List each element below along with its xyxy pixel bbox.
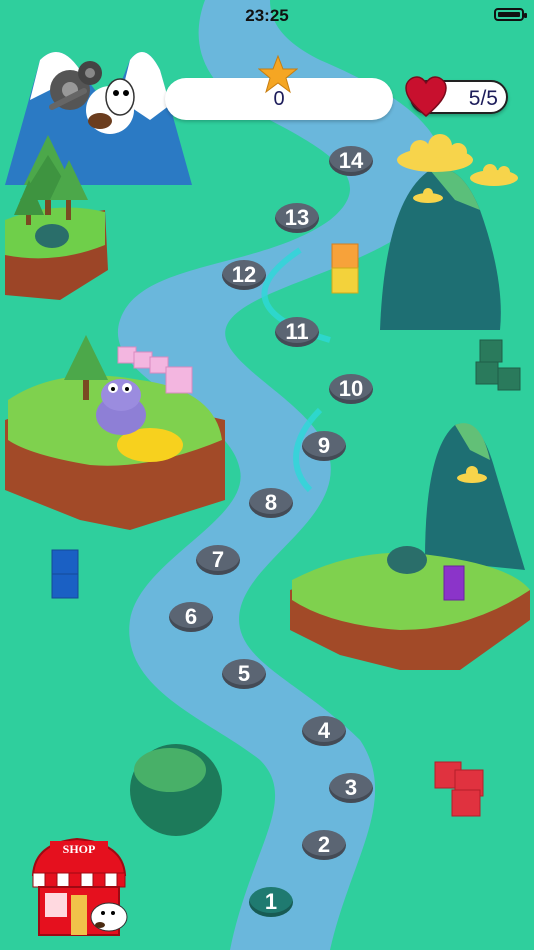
level-node-13[interactable]: 13 bbox=[275, 203, 319, 233]
green-blocks bbox=[475, 339, 521, 391]
red-blocks bbox=[434, 761, 484, 817]
shop-button[interactable]: SHOP bbox=[25, 835, 135, 945]
map-scene bbox=[5, 0, 530, 950]
level-node-2[interactable]: 2 bbox=[302, 830, 346, 860]
level-node-8[interactable]: 8 bbox=[249, 488, 293, 518]
purple-block bbox=[443, 565, 465, 601]
blue-blocks bbox=[51, 549, 79, 599]
level-node-9[interactable]: 9 bbox=[302, 431, 346, 461]
shop-icon: SHOP bbox=[31, 837, 128, 936]
round-bush-highlight bbox=[134, 748, 206, 792]
level-node-3[interactable]: 3 bbox=[329, 773, 373, 803]
status-bar-time: 23:25 bbox=[245, 6, 289, 25]
star-icon bbox=[258, 54, 298, 94]
level-node-4[interactable]: 4 bbox=[302, 716, 346, 746]
heart-icon bbox=[405, 76, 447, 117]
orange-blocks bbox=[331, 243, 359, 294]
level-node-7[interactable]: 7 bbox=[196, 545, 240, 575]
battery-icon bbox=[494, 8, 527, 21]
shop-label: SHOP bbox=[63, 842, 96, 856]
level-node-1[interactable]: 1 bbox=[249, 887, 293, 917]
level-node-11[interactable]: 11 bbox=[275, 317, 319, 347]
cloud bbox=[470, 164, 518, 186]
bush bbox=[35, 224, 69, 248]
lives-value: 5/5 bbox=[468, 87, 498, 110]
level-node-14[interactable]: 14 bbox=[329, 146, 373, 176]
level-node-6[interactable]: 6 bbox=[169, 602, 213, 632]
level-node-10[interactable]: 10 bbox=[329, 374, 373, 404]
level-node-5[interactable]: 5 bbox=[222, 659, 266, 689]
settings-button[interactable] bbox=[40, 55, 135, 140]
level-node-12[interactable]: 12 bbox=[222, 260, 266, 290]
gear-icon bbox=[49, 61, 135, 134]
bush bbox=[387, 546, 427, 574]
